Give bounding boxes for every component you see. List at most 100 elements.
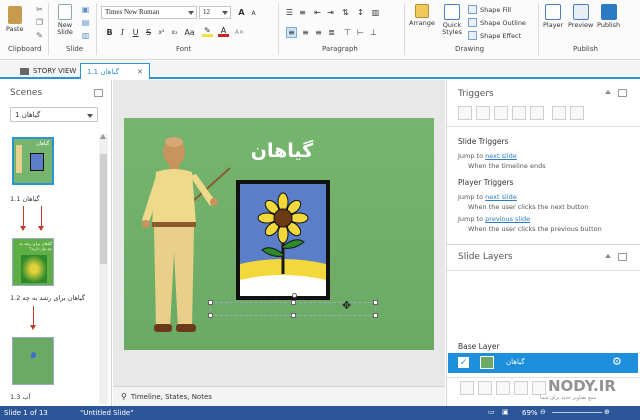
align-top-icon[interactable]: ⊤ <box>342 27 353 38</box>
preview-button[interactable]: Preview <box>568 4 593 29</box>
resize-handle[interactable] <box>373 300 378 305</box>
slide-layout-icon[interactable]: ▥ <box>80 30 91 41</box>
paste-button[interactable]: Paste <box>6 6 24 33</box>
publish-icon <box>600 4 617 20</box>
shape-fill-button[interactable]: Shape Fill <box>468 5 511 14</box>
trigger-1-link[interactable]: next slide <box>485 152 517 160</box>
cut-icon[interactable]: ✂ <box>34 4 45 15</box>
scroll-thumb[interactable] <box>100 154 107 264</box>
rotate-handle[interactable] <box>292 293 297 298</box>
align-middle-icon[interactable]: ⊢ <box>355 27 366 38</box>
close-icon[interactable]: ✕ <box>137 68 143 76</box>
panel-options-icon[interactable] <box>94 89 103 97</box>
trigger-3-action[interactable]: Jump to previous slide <box>458 215 530 223</box>
resize-handle[interactable] <box>291 300 296 305</box>
change-case-icon[interactable]: Aa <box>184 27 195 38</box>
strikethrough-button[interactable]: S <box>143 27 154 38</box>
collapse-icon[interactable] <box>605 90 611 94</box>
quick-styles-button[interactable]: Quick Styles <box>438 4 466 36</box>
bullets-icon[interactable]: ☰ <box>284 7 295 18</box>
font-size-select[interactable]: 12 <box>199 6 231 19</box>
copy-trigger-icon[interactable] <box>494 106 508 120</box>
format-painter-icon[interactable]: ✎ <box>34 30 45 41</box>
publish-button[interactable]: Publish <box>597 4 620 29</box>
italic-button[interactable]: I <box>117 27 128 38</box>
zoom-slider[interactable] <box>552 412 602 413</box>
justify-button[interactable]: ≣ <box>326 27 337 38</box>
player-button[interactable]: Player <box>543 4 563 29</box>
new-slide-button[interactable]: New Slide <box>54 4 76 36</box>
slide-title[interactable]: گیاهان <box>242 140 322 162</box>
align-bottom-icon[interactable]: ⊥ <box>368 27 379 38</box>
insert-slide-icon[interactable]: ▣ <box>80 4 91 15</box>
delete-trigger-icon[interactable] <box>530 106 544 120</box>
arrange-button[interactable]: Arrange <box>409 4 435 27</box>
shape-outline-button[interactable]: Shape Outline <box>468 18 526 27</box>
underline-button[interactable]: U <box>130 27 141 38</box>
trigger-3-link[interactable]: previous slide <box>485 215 530 223</box>
layer-properties-icon[interactable] <box>514 381 528 395</box>
text-direction-icon[interactable]: ⇅ <box>340 7 351 18</box>
scenes-scrollbar[interactable] <box>99 134 108 404</box>
scene-thumb-3[interactable] <box>12 337 54 385</box>
new-trigger-icon[interactable] <box>458 106 472 120</box>
selected-text-box[interactable]: ✥ <box>208 293 378 318</box>
timeline-states-notes-tab[interactable]: ⚲ Timeline, States, Notes <box>121 392 212 401</box>
superscript-icon[interactable]: x² <box>156 27 167 38</box>
edit-trigger-icon[interactable] <box>476 106 490 120</box>
collapse-icon[interactable] <box>605 254 611 258</box>
delete-layer-icon[interactable] <box>496 381 510 395</box>
align-right-button[interactable]: ≡ <box>313 27 324 38</box>
align-center-button[interactable]: ≡ <box>300 27 311 38</box>
resize-handle[interactable] <box>291 313 296 318</box>
resize-handle[interactable] <box>373 313 378 318</box>
normal-view-icon[interactable]: ▭ <box>488 408 495 416</box>
grow-font-button[interactable]: A <box>236 7 247 18</box>
move-down-icon[interactable] <box>570 106 584 120</box>
flower-picture[interactable] <box>236 180 330 300</box>
clipboard-group-label: Clipboard <box>8 45 42 53</box>
scroll-up-icon[interactable] <box>100 134 106 139</box>
shrink-font-button[interactable]: A <box>248 8 259 19</box>
scene-select[interactable]: 1 گیاهان <box>10 107 98 122</box>
gear-icon[interactable]: ⚙ <box>612 355 622 368</box>
font-color-icon[interactable]: A <box>218 26 229 37</box>
highlight-icon[interactable]: ✎ <box>202 26 213 37</box>
scene-thumb-2[interactable]: گیاهان برای رشد به چه نیاز دارند؟ <box>12 238 54 286</box>
trigger-2-link[interactable]: next slide <box>485 193 517 201</box>
shape-effect-button[interactable]: Shape Effect <box>468 31 521 40</box>
base-layer-row[interactable]: ✓ گیاهان ⚙ <box>448 353 638 373</box>
slide[interactable]: گیاهان ✥ <box>124 118 434 350</box>
zoom-in-icon[interactable]: ⊕ <box>604 408 610 416</box>
clear-format-icon[interactable]: A✕ <box>234 27 245 38</box>
align-left-button[interactable]: ≡ <box>286 27 297 38</box>
line-spacing-icon[interactable]: ↕ <box>355 7 366 18</box>
decrease-indent-icon[interactable]: ⇤ <box>312 7 323 18</box>
trigger-2-action[interactable]: Jump to next slide <box>458 193 517 201</box>
duplicate-slide-icon[interactable]: ▤ <box>80 17 91 28</box>
paste-trigger-icon[interactable] <box>512 106 526 120</box>
bold-button[interactable]: B <box>104 27 115 38</box>
fit-view-icon[interactable]: ▣ <box>502 408 509 416</box>
columns-icon[interactable]: ▥ <box>370 7 381 18</box>
subscript-icon[interactable]: x₂ <box>169 27 180 38</box>
panel-options-icon[interactable] <box>618 89 627 97</box>
resize-handle[interactable] <box>208 313 213 318</box>
trigger-1-action[interactable]: Jump to next slide <box>458 152 517 160</box>
tab-story-view[interactable]: STORY VIEW <box>14 63 82 79</box>
tab-active-slide[interactable]: 1.1 گیاهان ✕ <box>80 63 150 79</box>
increase-indent-icon[interactable]: ⇥ <box>325 7 336 18</box>
copy-icon[interactable]: ❐ <box>34 17 45 28</box>
duplicate-layer-icon[interactable] <box>478 381 492 395</box>
scene-thumb-1[interactable]: گیاهان <box>12 137 54 185</box>
zoom-out-icon[interactable]: ⊖ <box>540 408 546 416</box>
move-up-icon[interactable] <box>552 106 566 120</box>
layer-options-icon[interactable] <box>532 381 546 395</box>
numbering-icon[interactable]: ≡ <box>297 7 308 18</box>
resize-handle[interactable] <box>208 300 213 305</box>
layer-visible-checkbox[interactable]: ✓ <box>458 357 469 368</box>
new-layer-icon[interactable] <box>460 381 474 395</box>
panel-options-icon[interactable] <box>618 253 627 261</box>
player-icon <box>545 4 562 20</box>
font-family-select[interactable]: Times New Roman <box>101 6 197 19</box>
